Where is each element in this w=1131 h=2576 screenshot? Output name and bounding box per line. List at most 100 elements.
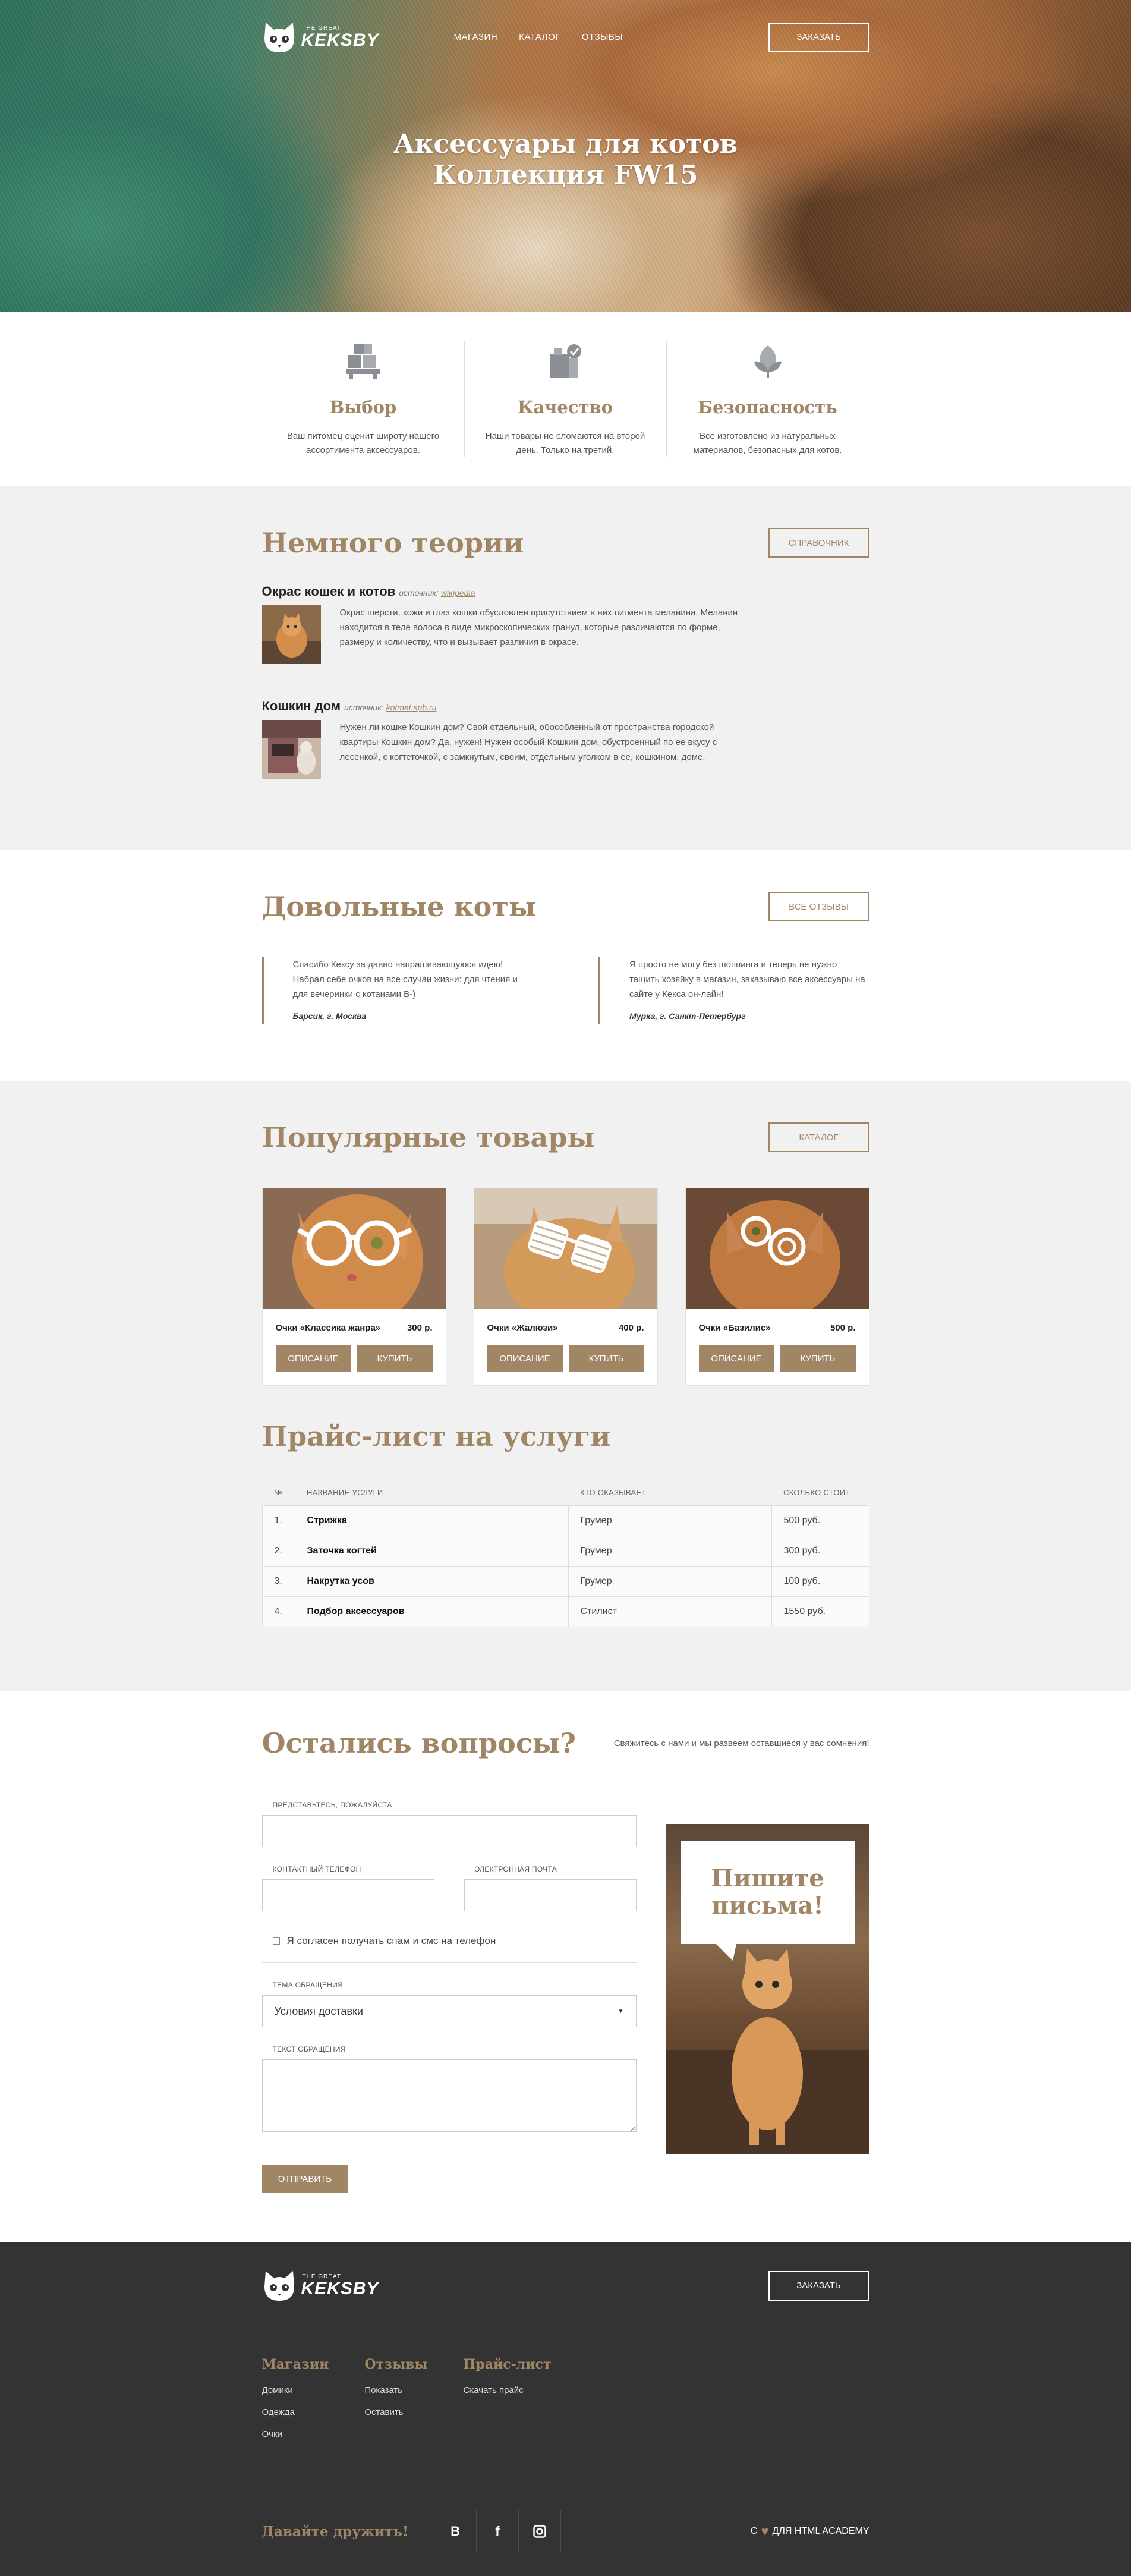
- source-label: источник:: [399, 588, 439, 597]
- section-title: Довольные коты: [262, 891, 536, 923]
- contact-section: Остались вопросы? Свяжитесь с нами и мы …: [0, 1691, 1131, 2242]
- product-buy-button[interactable]: КУПИТЬ: [780, 1345, 856, 1372]
- footer-link[interactable]: Очки: [262, 2429, 329, 2439]
- section-title: Популярные товары: [262, 1121, 595, 1153]
- product-name: Очки «Базилис»: [698, 1323, 771, 1333]
- spam-consent[interactable]: Я согласен получать спам и смс на телефо…: [262, 1935, 637, 1947]
- product-description-button[interactable]: ОПИСАНИЕ: [698, 1345, 774, 1372]
- section-title: Немного теории: [262, 527, 524, 559]
- product-description-button[interactable]: ОПИСАНИЕ: [275, 1345, 351, 1372]
- review-author: Барсик, г. Москва: [292, 1011, 367, 1021]
- name-input[interactable]: [262, 1815, 637, 1847]
- footer-column-title: Магазин: [262, 2357, 329, 2372]
- logo-brand-text: KEKSBY: [301, 30, 379, 50]
- submit-button[interactable]: ОТПРАВИТЬ: [262, 2165, 348, 2193]
- source-link[interactable]: wikipedia: [441, 588, 475, 597]
- feature-choice: Выбор Ваш питомец оценит широту нашего а…: [263, 341, 465, 457]
- product-card: Очки «Жалюзи» 400 р. ОПИСАНИЕ КУПИТЬ: [473, 1188, 658, 1386]
- product-buy-button[interactable]: КУПИТЬ: [357, 1345, 433, 1372]
- topic-selected-value: Условия доставки: [274, 2005, 363, 2017]
- service-provider: Грумер: [568, 1536, 772, 1567]
- vk-icon: B: [450, 2524, 461, 2539]
- email-input[interactable]: [464, 1879, 637, 1911]
- theory-section: Немного теории СПРАВОЧНИК Окрас кошек и …: [0, 486, 1131, 850]
- source-label: источник:: [344, 703, 384, 712]
- article-text: Нужен ли кошке Кошкин дом? Свой отдельны…: [339, 722, 717, 762]
- footer-column-reviews: Отзывы Показать Оставить: [364, 2357, 427, 2487]
- quality-check-icon: [550, 344, 581, 378]
- footer-link[interactable]: Оставить: [364, 2407, 427, 2417]
- hero-title-line-2: Коллекция FW15: [433, 160, 698, 190]
- cat-logo-icon: [264, 22, 294, 52]
- footer-column-price: Прайс-лист Скачать прайс: [464, 2357, 552, 2487]
- product-image: [262, 1188, 446, 1325]
- row-number: 2.: [262, 1536, 295, 1567]
- credit-suffix: ДЛЯ HTML ACADEMY: [772, 2526, 869, 2536]
- article-thumbnail: [262, 605, 321, 664]
- article-source: источник: wikipedia: [399, 588, 475, 597]
- social-link-facebook[interactable]: f: [476, 2510, 519, 2553]
- table-row: 1. Стрижка Грумер 500 руб.: [262, 1505, 869, 1536]
- product-buy-button[interactable]: КУПИТЬ: [568, 1345, 644, 1372]
- footer-order-button[interactable]: ЗАКАЗАТЬ: [768, 2270, 869, 2301]
- footer-logo[interactable]: THE GREAT KEKSBY: [262, 2269, 379, 2303]
- service-price: 1550 руб.: [771, 1596, 869, 1627]
- site-logo[interactable]: THE GREAT KEKSBY: [262, 20, 379, 55]
- footer-link[interactable]: Одежда: [262, 2407, 329, 2417]
- product-description-button[interactable]: ОПИСАНИЕ: [487, 1345, 563, 1372]
- footer-link[interactable]: Показать: [364, 2385, 427, 2395]
- feature-title: Выбор: [329, 397, 397, 417]
- section-title: Остались вопросы?: [262, 1727, 576, 1759]
- credit-prefix: С: [750, 2526, 758, 2536]
- service-price: 500 руб.: [771, 1505, 869, 1536]
- nav-link-reviews[interactable]: ОТЗЫВЫ: [582, 32, 623, 42]
- table-row: 2. Заточка когтей Грумер 300 руб.: [262, 1536, 869, 1567]
- table-row: 3. Накрутка усов Грумер 100 руб.: [262, 1566, 869, 1597]
- feature-text: Ваш питомец оценит широту нашего ассорти…: [286, 431, 440, 455]
- footer-link[interactable]: Скачать прайс: [464, 2385, 552, 2395]
- source-link[interactable]: kotmet.spb.ru: [386, 703, 437, 712]
- feature-text: Наши товары не сломаются на второй день.…: [485, 431, 645, 455]
- nav-link-catalog[interactable]: КАТАЛОГ: [519, 32, 560, 42]
- bubble-line-2: письма!: [711, 1892, 824, 1920]
- heart-icon: ♥: [761, 2524, 769, 2539]
- review-text: Я просто не могу без шоппинга и теперь н…: [629, 960, 865, 999]
- service-provider: Грумер: [568, 1505, 772, 1536]
- spam-checkbox[interactable]: [272, 1937, 280, 1945]
- hero-title: Аксессуары для котов Коллекция FW15: [262, 129, 869, 191]
- service-name: Подбор аксессуаров: [294, 1596, 569, 1627]
- contact-note: Свяжитесь с нами и мы развеем оставшиеся…: [613, 1738, 869, 1748]
- topic-select[interactable]: Условия доставки ▼: [262, 1995, 637, 2027]
- price-list-title: Прайс-лист на услуги: [262, 1420, 611, 1452]
- service-price: 100 руб.: [771, 1566, 869, 1597]
- article-cat-house: Кошкин дом источник: kotmet.spb.ru Нужен…: [262, 699, 869, 779]
- product-price: 400 р.: [618, 1323, 644, 1333]
- credit[interactable]: С ♥ ДЛЯ HTML ACADEMY: [751, 2524, 869, 2539]
- message-textarea[interactable]: [262, 2059, 637, 2132]
- leaf-shield-icon: [754, 345, 782, 378]
- hero-section: THE GREAT KEKSBY МАГАЗИН КАТАЛОГ ОТЗЫВЫ …: [0, 0, 1131, 312]
- column-header: КТО ОКАЗЫВАЕТ: [580, 1488, 647, 1497]
- product-name: Очки «Жалюзи»: [487, 1323, 558, 1333]
- all-reviews-button[interactable]: ВСЕ ОТЗЫВЫ: [768, 892, 869, 921]
- service-price: 300 руб.: [771, 1536, 869, 1567]
- reference-button[interactable]: СПРАВОЧНИК: [768, 528, 869, 558]
- phone-input[interactable]: [262, 1879, 434, 1911]
- email-label: ЭЛЕКТРОННАЯ ПОЧТА: [474, 1865, 557, 1873]
- order-button[interactable]: ЗАКАЗАТЬ: [768, 22, 869, 52]
- instagram-icon: [533, 2525, 546, 2538]
- catalog-button[interactable]: КАТАЛОГ: [768, 1122, 869, 1152]
- service-provider: Стилист: [568, 1596, 772, 1627]
- site-footer: THE GREAT KEKSBY ЗАКАЗАТЬ Магазин Домики…: [0, 2242, 1131, 2576]
- social-link-vk[interactable]: B: [434, 2510, 477, 2553]
- friends-title: Давайте дружить!: [262, 2523, 409, 2540]
- article-source: источник: kotmet.spb.ru: [344, 703, 436, 712]
- column-header: НАЗВАНИЕ УСЛУГИ: [307, 1488, 383, 1497]
- feature-text: Все изготовлено из натуральных материало…: [693, 431, 842, 455]
- social-link-instagram[interactable]: [518, 2510, 562, 2553]
- footer-link[interactable]: Домики: [262, 2385, 329, 2395]
- nav-link-shop[interactable]: МАГАЗИН: [454, 32, 498, 42]
- product-name: Очки «Классика жанра»: [275, 1323, 381, 1333]
- product-image: [685, 1188, 869, 1319]
- product-card: Очки «Классика жанра» 300 р. ОПИСАНИЕ КУ…: [262, 1188, 446, 1386]
